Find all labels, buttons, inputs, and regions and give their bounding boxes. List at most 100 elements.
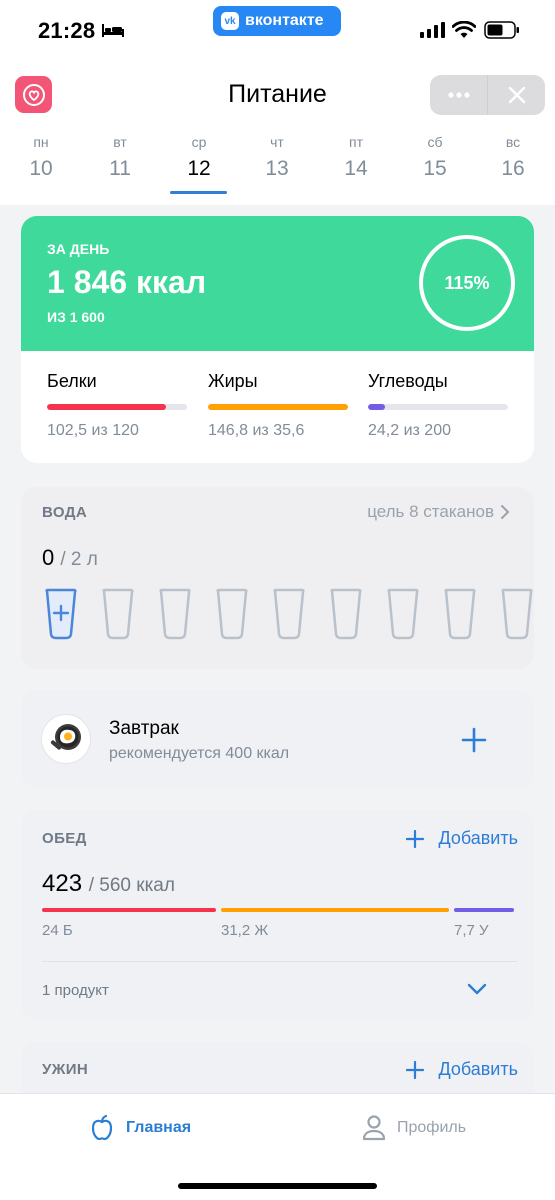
- macro-bar-track: [47, 404, 187, 410]
- day-number: 10: [29, 157, 53, 180]
- tab-profile-label: Профиль: [397, 1119, 467, 1136]
- water-goal-link[interactable]: цель 8 стаканов: [367, 502, 510, 522]
- summary-goal: ИЗ 1 600: [47, 309, 105, 325]
- lunch-fat-bar: [221, 908, 449, 912]
- macro-name: Углеводы: [368, 371, 448, 391]
- macro-value: 102,5 из 120: [47, 422, 139, 439]
- summary-label: ЗА ДЕНЬ: [47, 241, 110, 257]
- summary-calories: 1 846 ккал: [47, 264, 207, 300]
- day-name: пт: [349, 134, 363, 150]
- vk-logo-icon: vk: [221, 12, 239, 30]
- empty-glass-icon[interactable]: [329, 588, 363, 640]
- macro-bar-fill: [208, 404, 348, 410]
- chevron-down-icon[interactable]: [467, 982, 487, 996]
- lunch-protein-bar: [42, 908, 216, 912]
- lunch-protein-label: 24 Б: [42, 922, 73, 939]
- status-time: 21:28: [38, 18, 96, 43]
- day-tue[interactable]: вт 11: [90, 134, 150, 181]
- empty-glass-icon[interactable]: [215, 588, 249, 640]
- miniapp-controls: [430, 75, 545, 115]
- lunch-product-count: 1 продукт: [42, 982, 109, 999]
- daily-calories-banner: ЗА ДЕНЬ 1 846 ккал ИЗ 1 600 115%: [21, 216, 534, 351]
- dinner-title: УЖИН: [42, 1061, 89, 1078]
- breakfast-card[interactable]: Завтрак рекомендуется 400 ккал: [21, 690, 534, 788]
- water-card: ВОДА цель 8 стаканов 0 / 2 л: [21, 487, 534, 669]
- lunch-kcal-value: 423: [42, 870, 83, 897]
- breakfast-title: Завтрак: [109, 718, 179, 739]
- close-icon: [508, 86, 525, 104]
- empty-glass-icon[interactable]: [272, 588, 306, 640]
- lunch-fat-label: 31,2 Ж: [221, 922, 269, 939]
- tab-home-label: Главная: [126, 1119, 192, 1136]
- lunch-add-button[interactable]: Добавить: [406, 828, 518, 849]
- lunch-carbs-bar: [454, 908, 514, 912]
- dinner-add-button[interactable]: Добавить: [406, 1059, 518, 1080]
- macro-fat: Жиры 146,8 из 35,6: [208, 371, 348, 440]
- selected-day-indicator: [170, 191, 227, 194]
- macro-name: Белки: [47, 371, 97, 391]
- tab-home[interactable]: Главная: [88, 1114, 191, 1142]
- day-mon[interactable]: пн 10: [11, 134, 71, 181]
- tab-profile[interactable]: Профиль: [361, 1114, 466, 1142]
- macro-bar-track: [368, 404, 508, 410]
- macro-value: 146,8 из 35,6: [208, 422, 305, 439]
- apple-icon: [91, 1114, 113, 1141]
- day-sun[interactable]: вс 16: [483, 134, 543, 181]
- bed-icon: [102, 24, 124, 37]
- macro-bar-fill: [47, 404, 166, 410]
- lunch-title: ОБЕД: [42, 830, 87, 847]
- user-icon: [362, 1115, 386, 1141]
- add-breakfast-plus-icon[interactable]: [461, 727, 487, 753]
- macro-name: Жиры: [208, 371, 258, 391]
- water-amount-unit: / 2 л: [60, 549, 98, 570]
- day-number: 11: [109, 157, 131, 180]
- empty-glass-icon[interactable]: [101, 588, 135, 640]
- lunch-carbs-label: 7,7 У: [454, 922, 489, 939]
- day-thu[interactable]: чт 13: [247, 134, 307, 181]
- macro-bar-fill: [368, 404, 385, 410]
- water-amount: 0 / 2 л: [42, 545, 98, 571]
- lunch-calories: 423 / 560 ккал: [42, 870, 175, 898]
- vk-app-pill[interactable]: vk вконтакте: [213, 6, 341, 36]
- day-name: чт: [270, 134, 284, 150]
- day-number: 12: [187, 157, 211, 180]
- day-name: сб: [427, 134, 443, 150]
- vk-pill-label: вконтакте: [245, 12, 324, 29]
- week-day-selector: пн 10 вт 11 ср 12 чт 13 пт 14 сб 15 вс 1…: [0, 134, 555, 198]
- water-amount-value: 0: [42, 545, 55, 570]
- lunch-kcal-goal: / 560 ккал: [88, 875, 175, 896]
- empty-glass-icon[interactable]: [443, 588, 477, 640]
- battery-icon: [484, 21, 519, 39]
- status-bar: 21:28 vk вконтакте: [0, 0, 555, 60]
- frying-pan-icon: [50, 724, 81, 750]
- day-name: вт: [113, 134, 127, 150]
- fried-egg-icon: [41, 714, 91, 764]
- home-indicator: [178, 1183, 377, 1189]
- day-name: вс: [505, 134, 521, 150]
- more-button[interactable]: [430, 75, 487, 115]
- day-sat[interactable]: сб 15: [405, 134, 465, 181]
- empty-glass-icon[interactable]: [500, 588, 534, 640]
- cellular-signal-icon: [420, 22, 445, 38]
- daily-summary-card: ЗА ДЕНЬ 1 846 ккал ИЗ 1 600 115% Белки 1…: [21, 216, 534, 463]
- dinner-add-label: Добавить: [438, 1059, 518, 1079]
- add-glass-button[interactable]: [44, 588, 78, 640]
- macro-bar-track: [208, 404, 348, 410]
- macro-carbs: Углеводы 24,2 из 200: [368, 371, 508, 440]
- plus-icon: [406, 1060, 425, 1079]
- empty-glass-icon[interactable]: [158, 588, 192, 640]
- summary-percent: 115%: [444, 272, 490, 293]
- breakfast-recommendation: рекомендуется 400 ккал: [109, 745, 290, 762]
- day-fri[interactable]: пт 14: [326, 134, 386, 181]
- macro-value: 24,2 из 200: [368, 422, 451, 439]
- day-number: 16: [501, 157, 525, 180]
- water-title: ВОДА: [42, 504, 88, 521]
- wifi-icon: [452, 21, 476, 38]
- day-wed-selected[interactable]: ср 12: [169, 134, 229, 181]
- close-button[interactable]: [488, 75, 545, 115]
- water-goal-label: цель 8 стаканов: [367, 502, 494, 521]
- empty-glass-icon[interactable]: [386, 588, 420, 640]
- chevron-right-icon: [501, 505, 509, 519]
- plus-icon: [406, 829, 425, 848]
- day-number: 13: [265, 157, 289, 180]
